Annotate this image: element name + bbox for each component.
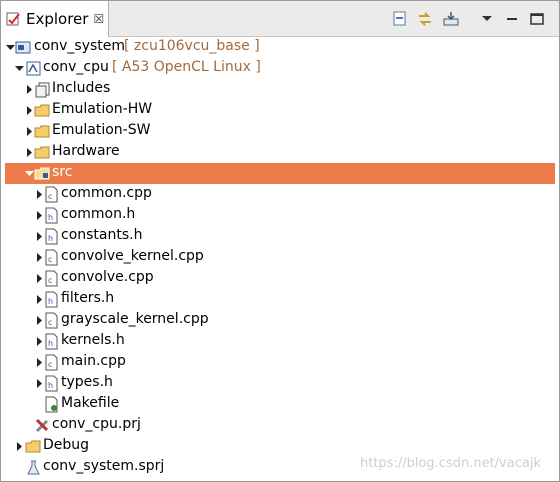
tree-label: main.cpp bbox=[61, 353, 126, 369]
header-file-icon: h bbox=[45, 207, 58, 224]
tab-label: Explorer bbox=[26, 10, 89, 28]
includes-icon bbox=[35, 82, 50, 98]
tree-label: conv_system bbox=[34, 38, 126, 54]
tree-label: src bbox=[52, 164, 73, 180]
folder-icon bbox=[34, 125, 50, 138]
svg-text:h: h bbox=[48, 234, 53, 243]
cpp-file-icon: c bbox=[45, 186, 58, 203]
folder-icon bbox=[34, 146, 50, 159]
tree-row-system[interactable]: conv_system [ zcu106vcu_base ] bbox=[1, 37, 559, 58]
explorer-panel: Explorer ☒ conv_system [zcu106vcu_base … bbox=[0, 0, 560, 482]
close-icon[interactable]: ☒ bbox=[93, 12, 104, 26]
folder-icon bbox=[25, 440, 41, 453]
tree-label: types.h bbox=[61, 374, 113, 390]
svg-text:h: h bbox=[48, 297, 53, 306]
explorer-view-icon bbox=[6, 12, 20, 26]
tree-label: Makefile bbox=[61, 395, 120, 411]
svg-text:c: c bbox=[48, 276, 52, 285]
collapsed-arrow-icon[interactable] bbox=[25, 148, 34, 157]
tree-label: common.h bbox=[61, 206, 136, 222]
tree-decoration: [ A53 OpenCL Linux ] bbox=[112, 59, 261, 75]
tree-label: convolve_kernel.cpp bbox=[61, 248, 204, 264]
tree-label: Emulation-SW bbox=[52, 122, 151, 138]
watermark-text: https://blog.csdn.net/vacajk bbox=[360, 456, 541, 471]
link-editor-icon[interactable] bbox=[416, 10, 434, 28]
tree-label: Debug bbox=[43, 437, 90, 453]
folder-icon bbox=[34, 104, 50, 117]
svg-text:c: c bbox=[48, 255, 52, 264]
cpp-file-icon: c bbox=[45, 312, 58, 329]
tree-row-debug[interactable]: Debug bbox=[1, 436, 559, 457]
view-titlebar: Explorer ☒ bbox=[1, 1, 559, 37]
tree-label: constants.h bbox=[61, 227, 143, 243]
tree-label: conv_cpu.prj bbox=[52, 416, 141, 432]
system-project-file-icon bbox=[27, 460, 40, 475]
svg-text:c: c bbox=[48, 318, 52, 327]
application-project-icon bbox=[26, 61, 41, 76]
tree-row-file[interactable]: c common.cpp bbox=[1, 184, 559, 205]
tree-row-src-selected[interactable]: src bbox=[5, 163, 555, 184]
svg-text:c: c bbox=[48, 360, 52, 369]
svg-text:h: h bbox=[48, 339, 53, 348]
tree-label: conv_cpu bbox=[43, 59, 109, 75]
tree-label: convolve.cpp bbox=[61, 269, 154, 285]
tree-row-file[interactable]: h constants.h bbox=[1, 226, 559, 247]
tree-row-file[interactable]: h types.h bbox=[1, 373, 559, 394]
tree-label: Includes bbox=[52, 80, 111, 96]
tree-row-file[interactable]: c grayscale_kernel.cpp bbox=[1, 310, 559, 331]
svg-text:h: h bbox=[48, 381, 53, 390]
cpp-file-icon: c bbox=[45, 249, 58, 266]
view-menu-icon[interactable] bbox=[478, 10, 496, 28]
tree-row-file[interactable]: h kernels.h bbox=[1, 331, 559, 352]
tree-decoration: [ zcu106vcu_base ] bbox=[124, 38, 260, 54]
tree-row-project-file[interactable]: conv_cpu.prj bbox=[1, 415, 559, 436]
minimize-icon[interactable] bbox=[503, 10, 521, 28]
tree-label: grayscale_kernel.cpp bbox=[61, 311, 209, 327]
header-file-icon: h bbox=[45, 375, 58, 392]
tree-row-file[interactable]: h filters.h bbox=[1, 289, 559, 310]
cpp-file-icon: c bbox=[45, 354, 58, 371]
svg-text:c: c bbox=[48, 192, 52, 201]
tree-row-project[interactable]: conv_cpu [ A53 OpenCL Linux ] bbox=[1, 58, 559, 79]
makefile-icon bbox=[45, 396, 58, 413]
tree-row-file[interactable]: c convolve.cpp bbox=[1, 268, 559, 289]
tree-label: conv_system.sprj bbox=[43, 458, 165, 474]
tree-label: filters.h bbox=[61, 290, 115, 306]
header-file-icon: h bbox=[45, 291, 58, 308]
collapsed-arrow-icon[interactable] bbox=[25, 106, 34, 115]
tree-row-folder[interactable]: Emulation-HW bbox=[1, 100, 559, 121]
tree-label: Hardware bbox=[52, 143, 120, 159]
collapsed-arrow-icon[interactable] bbox=[15, 442, 24, 451]
expanded-arrow-icon[interactable] bbox=[6, 43, 15, 52]
expanded-arrow-icon[interactable] bbox=[25, 169, 34, 178]
tree-label: kernels.h bbox=[61, 332, 125, 348]
tree-label: Emulation-HW bbox=[52, 101, 153, 117]
expanded-arrow-icon[interactable] bbox=[15, 64, 24, 73]
import-icon[interactable] bbox=[442, 10, 460, 28]
tree-row-file[interactable]: c main.cpp bbox=[1, 352, 559, 373]
source-folder-icon bbox=[34, 167, 50, 180]
cpp-file-icon: c bbox=[45, 270, 58, 287]
tree-row-folder[interactable]: Hardware bbox=[1, 142, 559, 163]
tree-row-file[interactable]: h common.h bbox=[1, 205, 559, 226]
maximize-icon[interactable] bbox=[528, 10, 546, 28]
svg-text:h: h bbox=[48, 213, 53, 222]
collapse-all-icon[interactable] bbox=[391, 10, 409, 28]
collapsed-arrow-icon[interactable] bbox=[25, 127, 34, 136]
project-settings-icon bbox=[35, 418, 49, 433]
tree-row-includes[interactable]: Includes bbox=[1, 79, 559, 100]
collapsed-arrow-icon[interactable] bbox=[25, 85, 34, 94]
tree-row-file[interactable]: c convolve_kernel.cpp bbox=[1, 247, 559, 268]
tree-row-makefile[interactable]: Makefile bbox=[1, 394, 559, 415]
header-file-icon: h bbox=[45, 228, 58, 245]
system-project-icon bbox=[15, 41, 31, 54]
tab-explorer[interactable]: Explorer ☒ bbox=[1, 1, 109, 37]
tree-row-folder[interactable]: Emulation-SW bbox=[1, 121, 559, 142]
tree-label: common.cpp bbox=[61, 185, 152, 201]
header-file-icon: h bbox=[45, 333, 58, 350]
